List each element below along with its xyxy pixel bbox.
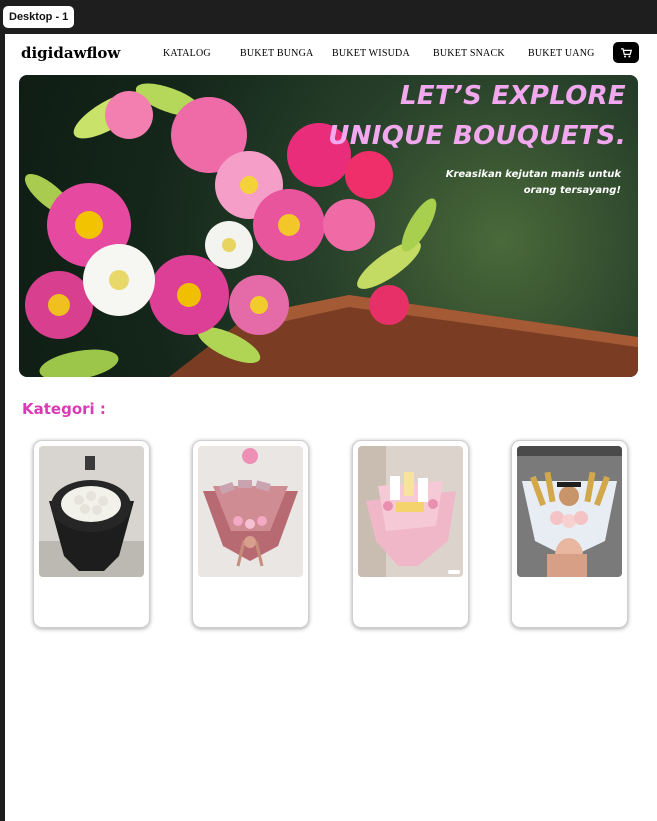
category-card-4[interactable] bbox=[511, 440, 628, 628]
hero-subtitle-line1: Kreasikan kejutan manis untuk bbox=[445, 169, 621, 180]
category-image-graduation-teddy-bouquet bbox=[517, 446, 622, 577]
nav-item-katalog[interactable]: KATALOG bbox=[163, 48, 211, 59]
page-canvas: digidawflow KATALOG BUKET BUNGA BUKET WI… bbox=[5, 34, 657, 821]
cart-icon bbox=[620, 47, 632, 57]
category-image-black-white-rose-bouquet bbox=[39, 446, 144, 577]
frame-label: Desktop - 1 bbox=[3, 6, 75, 28]
nav-item-buket-bunga[interactable]: BUKET BUNGA bbox=[240, 48, 313, 59]
nav-item-buket-uang[interactable]: BUKET UANG bbox=[528, 48, 595, 59]
category-card-2[interactable] bbox=[192, 440, 309, 628]
category-image-pink-money-bouquet bbox=[198, 446, 303, 577]
nav-item-buket-snack[interactable]: BUKET SNACK bbox=[433, 48, 505, 59]
hero-title-line1: LET’S EXPLORE bbox=[399, 81, 626, 111]
nav-item-buket-wisuda[interactable]: BUKET WISUDA bbox=[332, 48, 410, 59]
cart-button[interactable] bbox=[613, 42, 639, 63]
hero-subtitle-line2: orang tersayang! bbox=[523, 185, 621, 196]
category-card-3[interactable] bbox=[352, 440, 469, 628]
category-image-pink-snack-bouquet bbox=[358, 446, 463, 577]
section-heading-kategori: Kategori : bbox=[22, 400, 106, 418]
hero-subtitle: Kreasikan kejutan manis untuk orang ters… bbox=[421, 167, 621, 199]
category-card-1[interactable] bbox=[33, 440, 150, 628]
brand-logo[interactable]: digidawflow bbox=[21, 44, 120, 62]
hero-banner: LET’S EXPLORE UNIQUE BOUQUETS. Kreasikan… bbox=[19, 75, 638, 377]
hero-title-line2: UNIQUE BOUQUETS. bbox=[328, 121, 626, 151]
